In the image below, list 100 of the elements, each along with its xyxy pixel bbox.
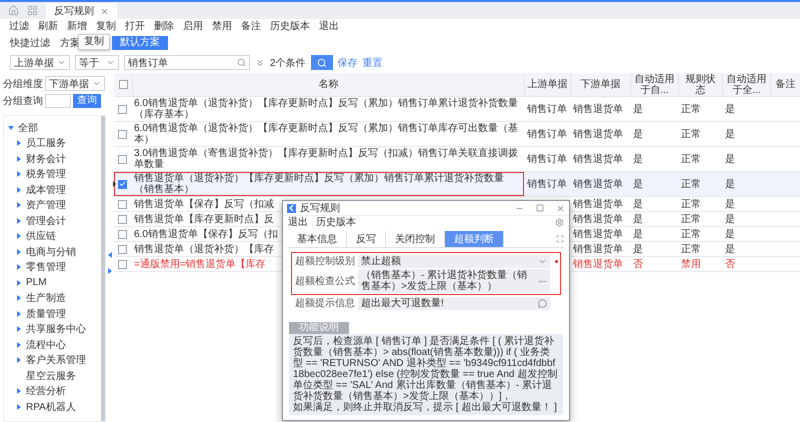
caret-right-icon[interactable] — [16, 171, 22, 178]
search-field[interactable]: 销售订单 — [124, 55, 250, 70]
caret-right-icon[interactable] — [16, 326, 22, 332]
caret-right-icon[interactable] — [16, 264, 22, 270]
tree-item[interactable]: 电商与分销 — [26, 244, 76, 259]
menu-item[interactable]: 删除 — [154, 20, 174, 32]
checkbox[interactable] — [118, 244, 127, 254]
checkbox[interactable] — [118, 130, 127, 138]
message-icon[interactable] — [538, 298, 547, 308]
menu-item[interactable]: 禁用 — [212, 20, 232, 32]
settings-icon[interactable] — [555, 218, 564, 227]
query-button[interactable]: 查询 — [73, 94, 101, 108]
menu-item[interactable]: 新增 — [67, 20, 87, 32]
grid-icon[interactable] — [27, 5, 38, 16]
table-row[interactable]: 销售退货单（退货补货）【库存更新时点】反写（累加）销售订单累计退货补货数量（销售基本） 销售订单 销售退货单 是 正常 是 — [114, 172, 800, 197]
checkbox[interactable] — [118, 80, 128, 89]
table-cell: 销售订单 — [527, 104, 567, 114]
caret-right-icon[interactable] — [16, 295, 22, 302]
column-header[interactable]: 下游单据 — [580, 79, 620, 90]
tree-item[interactable]: 经营分析 — [26, 384, 66, 398]
close-icon[interactable] — [556, 204, 565, 212]
menu-item[interactable]: 备注 — [241, 20, 261, 32]
column-header[interactable]: 名称 — [318, 79, 338, 90]
menu-item[interactable]: 复制 — [96, 20, 116, 32]
table-cell: 是 — [725, 104, 735, 114]
tree-item[interactable]: 质量管理 — [26, 306, 66, 321]
caret-right-icon[interactable] — [16, 310, 22, 317]
tree-item[interactable]: PLM — [26, 277, 47, 288]
menu-item[interactable]: 退出 — [288, 216, 308, 228]
caret-right-icon[interactable] — [16, 140, 22, 146]
tree-item[interactable]: 全部 — [18, 120, 38, 135]
field-select[interactable]: 上游单据 — [10, 55, 70, 70]
caret-right-icon[interactable] — [16, 202, 22, 208]
operator-select[interactable]: 等于 — [75, 55, 119, 70]
caret-right-icon[interactable] — [16, 388, 22, 394]
scheme-button[interactable]: 默认方案 — [112, 36, 168, 50]
caret-right-icon[interactable] — [16, 156, 22, 162]
checkbox[interactable] — [118, 154, 127, 164]
checkbox[interactable] — [118, 200, 127, 208]
tree-item[interactable]: 成本管理 — [26, 182, 66, 197]
checkbox[interactable] — [118, 214, 127, 224]
menu-item[interactable]: 退出 — [319, 20, 339, 32]
caret-right-icon[interactable] — [16, 342, 22, 348]
caret-right-icon[interactable] — [16, 233, 22, 240]
fullscreen-icon[interactable] — [556, 235, 564, 243]
column-header[interactable]: 上游单据 — [528, 79, 568, 90]
collapse-left-icon[interactable] — [108, 252, 112, 258]
maximize-icon[interactable] — [536, 204, 544, 212]
app-tab[interactable]: 反写规则 — [46, 3, 117, 19]
menu-item[interactable]: 历史版本 — [270, 20, 310, 32]
checkbox[interactable] — [118, 104, 127, 114]
caret-down-icon[interactable] — [8, 124, 14, 131]
form-field[interactable]: 超出最大可退数量! — [358, 296, 550, 310]
tree-item[interactable]: 星空云服务 — [26, 368, 76, 383]
menu-item[interactable]: 打开 — [125, 20, 145, 32]
table-row[interactable]: 6.0销售退货单（退货补货）【库存更新时点】反写（累加）销售订单累计退货补货数量（库存基本） 销售订单 销售退货单 是 正常 是 — [114, 97, 800, 122]
tree-item[interactable]: 财务会计 — [26, 152, 66, 166]
caret-right-icon[interactable] — [16, 280, 22, 286]
tree-item[interactable]: 资产管理 — [26, 198, 66, 212]
column-header[interactable]: 规则状态 — [681, 74, 720, 96]
expand-right-icon[interactable] — [108, 268, 112, 274]
tree-item[interactable]: 生产制造 — [26, 291, 66, 306]
close-icon[interactable] — [100, 6, 109, 16]
menu-item[interactable]: 过滤 — [9, 20, 29, 32]
search-button[interactable] — [310, 55, 333, 70]
form-field[interactable]: 禁止超额 — [358, 254, 550, 268]
caret-right-icon[interactable] — [16, 218, 22, 224]
column-header[interactable]: 自动适用于自... — [633, 74, 676, 96]
caret-right-icon[interactable] — [16, 248, 22, 255]
save-link[interactable]: 保存 — [338, 56, 358, 70]
form-field[interactable]: （销售基本）- 累计退货补货数量（销售基本）>发货上限（基本）） — [358, 269, 550, 293]
tree-item[interactable]: 管理会计 — [26, 214, 66, 228]
tree-item[interactable]: 供应链 — [26, 229, 56, 244]
tree-item[interactable]: 零售管理 — [26, 260, 66, 274]
table-row[interactable]: 3.0销售退货单（寄售退货补货）【库存更新时点】反写（扣减）销售订单关联直接调拨单数量 销售订单 销售退货单 是 正常 是 — [114, 147, 800, 172]
menu-item[interactable]: 历史版本 — [316, 216, 356, 228]
field-label: 超额控制级别 — [294, 254, 355, 268]
menu-item[interactable]: 刷新 — [38, 20, 58, 32]
group-dimension-select[interactable]: 下游单据 — [45, 76, 105, 91]
tree-item[interactable]: RPA机器人 — [26, 400, 76, 414]
caret-right-icon[interactable] — [16, 357, 22, 364]
reset-link[interactable]: 重置 — [362, 56, 383, 70]
caret-right-icon[interactable] — [16, 404, 22, 410]
tree-item[interactable]: 税务管理 — [26, 167, 66, 182]
checkbox[interactable] — [118, 230, 127, 238]
column-header[interactable]: 自动适用于全... — [725, 74, 768, 96]
tree-item[interactable]: 员工服务 — [26, 136, 66, 150]
double-chevron-icon[interactable] — [255, 58, 265, 68]
caret-right-icon[interactable] — [16, 186, 22, 193]
group-query-input[interactable] — [45, 94, 71, 108]
column-header[interactable]: 备注 — [776, 79, 796, 90]
tree-item[interactable]: 共享服务中心 — [26, 322, 86, 336]
scrollbar[interactable] — [101, 116, 105, 421]
home-icon[interactable] — [8, 5, 19, 16]
tree-item[interactable]: 流程中心 — [26, 338, 66, 352]
table-row[interactable]: 6.0销售退货单（退货补货）【库存更新时点】反写（累加）销售订单库存可出数量（基本） 销售订单 销售退货单 是 正常 是 — [114, 122, 800, 147]
menu-item[interactable]: 启用 — [183, 20, 203, 32]
checkbox[interactable] — [118, 180, 127, 188]
search-icon — [237, 58, 246, 67]
tree-item[interactable]: 客户关系管理 — [26, 353, 86, 368]
